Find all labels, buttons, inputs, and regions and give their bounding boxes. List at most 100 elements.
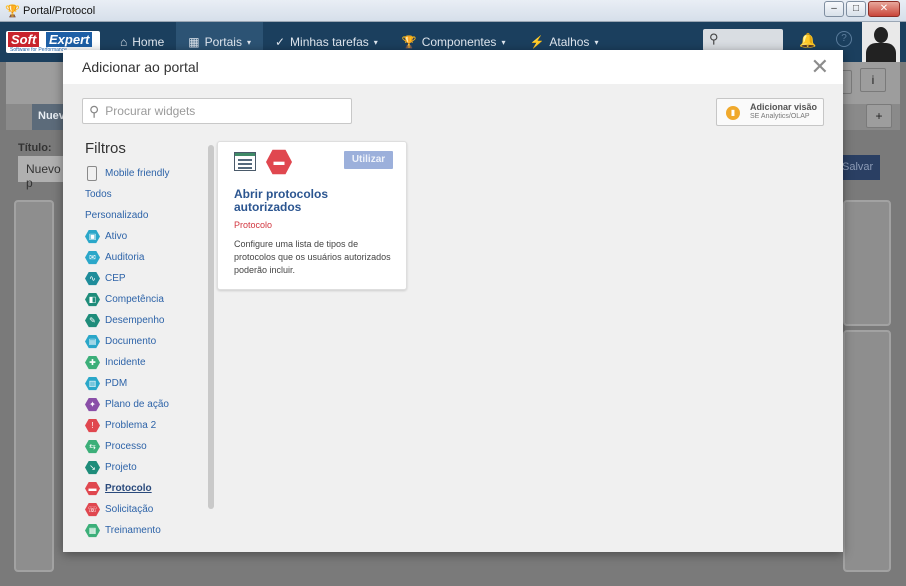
nav-item-label: Atalhos (549, 35, 590, 49)
search-icon: ⚲ (89, 102, 100, 119)
filter-item-documento[interactable]: ▤ Documento (85, 331, 209, 352)
filter-label: Protocolo (105, 483, 152, 494)
background-panel (843, 330, 891, 572)
ativo-icon: ▣ (85, 229, 100, 244)
window-controls: – □ ✕ (824, 1, 900, 17)
protocol-folder-icon: ▬ (266, 149, 292, 175)
trophy-icon: 🏆 (5, 3, 20, 18)
background-panel (14, 200, 54, 572)
filter-label: Plano de ação (105, 399, 169, 410)
filter-item-solicita-o[interactable]: ☏ Solicitação (85, 499, 209, 520)
filter-item-ativo[interactable]: ▣ Ativo (85, 226, 209, 247)
auditoria-icon: ✉ (85, 250, 100, 265)
filters-heading: Filtros (85, 140, 126, 157)
chevron-down-icon: ▾ (594, 37, 599, 47)
projeto-icon: ↘ (85, 460, 100, 475)
filter-label: Todos (85, 189, 112, 200)
widget-description: Configure uma lista de tipos de protocol… (234, 239, 391, 275)
close-window-button[interactable]: ✕ (868, 1, 900, 17)
avatar[interactable] (862, 22, 900, 62)
dialog-title: Adicionar ao portal (82, 59, 199, 75)
desempenho-icon: ✎ (85, 313, 100, 328)
nav-item-label: Home (132, 35, 165, 49)
filter-item-desempenho[interactable]: ✎ Desempenho (85, 310, 209, 331)
dialog-header: Adicionar ao portal ✕ (63, 50, 843, 84)
bell-icon[interactable]: 🔔 (799, 32, 816, 49)
widget-card[interactable]: ▬ Utilizar Abrir protocolos autorizados … (217, 141, 407, 290)
add-olap-view-button[interactable]: ▮ Adicionar visão SE Analytics/OLAP (716, 98, 824, 126)
filter-item-compet-ncia[interactable]: ◧ Competência (85, 289, 209, 310)
filter-label: Problema 2 (105, 420, 157, 431)
filter-label: Auditoria (105, 252, 145, 263)
use-widget-button[interactable]: Utilizar (344, 151, 393, 169)
filter-item-problema-2[interactable]: ! Problema 2 (85, 415, 209, 436)
window-titlebar: 🏆 Portal/Protocol – □ ✕ (0, 0, 906, 22)
filter-item-cep[interactable]: ∿ CEP (85, 268, 209, 289)
add-tab-button[interactable]: + (866, 104, 892, 128)
documento-icon: ▤ (85, 334, 100, 349)
nav-item-label: Componentes (421, 35, 497, 49)
filter-label: PDM (105, 378, 128, 389)
filter-label: Personalizado (85, 210, 149, 221)
compet-ncia-icon: ◧ (85, 292, 100, 307)
filter-item-plano-de-a-o[interactable]: ✦ Plano de ação (85, 394, 209, 415)
problema-2-icon: ! (85, 418, 100, 433)
filter-label: Processo (105, 441, 147, 452)
window-title: Portal/Protocol (23, 4, 96, 17)
pdm-icon: ▥ (85, 376, 100, 391)
analytics-icon: ▮ (726, 106, 740, 120)
protocolo-icon: ▬ (85, 481, 100, 496)
widget-category: Protocolo (234, 220, 273, 230)
plano-de-a-o-icon: ✦ (85, 397, 100, 412)
minimize-button[interactable]: – (824, 1, 844, 17)
filter-item-processo[interactable]: ⇆ Processo (85, 436, 209, 457)
filter-label: CEP (105, 273, 126, 284)
cep-icon: ∿ (85, 271, 100, 286)
processo-icon: ⇆ (85, 439, 100, 454)
filter-item-personalizado[interactable]: Personalizado (85, 205, 209, 226)
filter-label: Mobile friendly (105, 168, 170, 179)
filter-list: Mobile friendly Todos Personalizado ▣ Ativo ✉… (85, 163, 209, 541)
filter-label: Ativo (105, 231, 128, 242)
close-icon[interactable]: ✕ (811, 56, 829, 78)
chevron-down-icon: ▾ (501, 37, 506, 47)
mobile-icon (87, 166, 97, 181)
info-icon[interactable]: i (860, 68, 886, 92)
filters-panel: Filtros Mobile friendly Todos Personalizad… (85, 140, 209, 541)
widget-title: Abrir protocolos autorizados (234, 187, 329, 214)
treinamento-icon: ▦ (85, 523, 100, 538)
list-document-icon (234, 152, 256, 171)
trophy-icon: 🏆 (401, 35, 417, 49)
bolt-icon: ⚡ (529, 35, 545, 49)
widget-search-input[interactable] (105, 104, 336, 118)
filter-item-projeto[interactable]: ↘ Projeto (85, 457, 209, 478)
incidente-icon: ✚ (85, 355, 100, 370)
maximize-button[interactable]: □ (846, 1, 866, 17)
search-icon: ⚲ (709, 31, 719, 46)
filter-item-todos[interactable]: Todos (85, 184, 209, 205)
filter-item-mobile-friendly[interactable]: Mobile friendly (85, 163, 209, 184)
filter-label: Documento (105, 336, 157, 347)
filter-label: Incidente (105, 357, 146, 368)
nav-search-input[interactable]: ⚲ (703, 29, 783, 51)
chevron-down-icon: ▾ (246, 37, 251, 47)
portal-icon: ▦ (188, 35, 200, 49)
help-icon[interactable]: ? (836, 31, 852, 47)
solicita-o-icon: ☏ (85, 502, 100, 517)
widget-search[interactable]: ⚲ (82, 98, 352, 124)
filter-item-pdm[interactable]: ▥ PDM (85, 373, 209, 394)
filter-label: Projeto (105, 462, 137, 473)
home-icon: ⌂ (120, 35, 128, 49)
filter-item-protocolo[interactable]: ▬ Protocolo (85, 478, 209, 499)
title-label: Título: (18, 142, 52, 154)
filter-item-treinamento[interactable]: ▦ Treinamento (85, 520, 209, 541)
filter-label: Treinamento (105, 525, 161, 536)
filter-item-incidente[interactable]: ✚ Incidente (85, 352, 209, 373)
filter-label: Competência (105, 294, 164, 305)
filter-label: Desempenho (105, 315, 165, 326)
filter-item-auditoria[interactable]: ✉ Auditoria (85, 247, 209, 268)
filters-scrollbar[interactable] (208, 145, 214, 509)
check-icon: ✓ (274, 35, 286, 49)
nav-item-label: Portais (204, 35, 242, 49)
nav-item-label: Minhas tarefas (290, 35, 369, 49)
